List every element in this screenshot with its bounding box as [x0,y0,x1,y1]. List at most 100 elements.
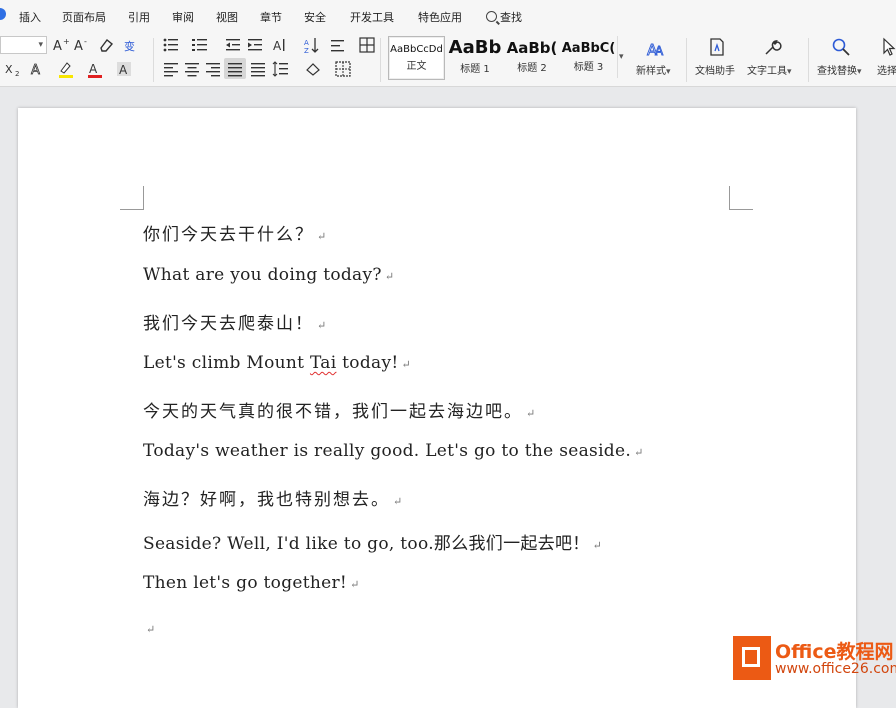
margin-corner-top-left [120,186,144,210]
paragraph-3[interactable]: 我们今天去爬泰山！ ↵ [143,309,328,334]
style-heading-3-name: 标题 3 [573,62,604,73]
paragraph-6[interactable]: Today's weather is really good. Let's go… [143,441,644,461]
paragraph-1-text: 你们今天去干什么？ [143,225,314,245]
paragraph-mark: ↵ [317,319,329,332]
watermark-url: www.office26.com [775,661,896,677]
select-button[interactable]: 选择 [877,62,896,77]
svg-text:A: A [304,39,309,47]
watermark-brand: Office教程网 [775,641,894,663]
paragraph-2[interactable]: What are you doing today? ↵ [143,265,394,285]
menu-page-layout[interactable]: 页面布局 [62,9,106,25]
menu-special-features[interactable]: 特色应用 [418,9,462,25]
shrink-font-icon[interactable]: A- [73,36,91,54]
svg-text:A: A [89,62,98,76]
empty-paragraph[interactable]: ↵ [143,618,156,638]
style-heading-2-name: 标题 2 [517,63,547,74]
style-heading-3[interactable]: AaBbC( 标题 3 [560,36,617,80]
new-style-icon[interactable]: AA [646,38,666,58]
menu-view[interactable]: 视图 [216,9,238,25]
table-grid-icon[interactable] [358,36,376,54]
menu-search-label: 查找 [500,11,522,24]
menu-references[interactable]: 引用 [128,9,150,25]
subscript-icon[interactable]: X2 [4,60,22,78]
document-assistant-button[interactable]: 文档助手 [695,62,735,77]
find-replace-label: 查找替换 [817,66,857,77]
highlight-icon[interactable] [57,60,75,78]
paragraph-7-text: 海边？好啊，我也特别想去。 [143,490,390,510]
paragraph-mark: ↵ [634,446,644,459]
sort-icon[interactable]: AZ [303,36,321,54]
paragraph-mark: ↵ [146,623,156,636]
paragraph-8[interactable]: Seaside? Well, I'd like to go, too.那么我们一… [143,529,602,554]
menu-search[interactable]: 查找 [486,9,522,25]
paragraph-5[interactable]: 今天的天气真的很不错，我们一起去海边吧。 ↵ [143,397,537,422]
borders-icon[interactable] [334,60,352,78]
align-right-icon[interactable] [204,60,222,78]
document-assistant-icon[interactable] [707,37,727,57]
char-shading-icon[interactable]: A [115,60,133,78]
style-heading-2-sample: AaBb( [506,39,558,57]
wrench-icon[interactable] [762,37,782,57]
paragraph-mark: ↵ [592,539,603,552]
svg-text:+: + [63,37,70,46]
ribbon-separator [380,38,381,82]
menu-developer-tools[interactable]: 开发工具 [350,9,394,25]
magnifier-icon[interactable] [831,37,851,57]
text-tools-button[interactable]: 文字工具▾ [747,62,792,77]
clear-format-icon[interactable] [97,36,115,54]
font-color-icon[interactable]: A [86,60,104,78]
app-menu-icon[interactable] [0,8,6,20]
numbering-icon[interactable] [191,36,209,54]
text-direction-icon[interactable]: A [271,36,289,54]
margin-corner-top-right [729,186,753,210]
decrease-indent-icon[interactable] [224,36,242,54]
document-page[interactable]: 你们今天去干什么？ ↵ What are you doing today? ↵ 我们… [18,108,856,708]
svg-text:Z: Z [304,47,309,54]
new-style-label: 新样式 [636,66,666,77]
cursor-arrow-icon[interactable] [881,37,896,57]
paragraph-9-text: Then let's go together! [143,573,348,593]
show-hide-marks-icon[interactable] [329,36,347,54]
paragraph-1[interactable]: 你们今天去干什么？ ↵ [143,220,328,245]
font-size-dropdown-icon: ▾ [38,40,43,50]
increase-indent-icon[interactable] [246,36,264,54]
menu-security[interactable]: 安全 [304,9,326,25]
distribute-icon[interactable] [249,60,267,78]
font-size-box[interactable]: ▾ [0,36,47,54]
style-heading-1[interactable]: AaBb 标题 1 [446,36,504,80]
style-heading-1-sample: AaBb [448,37,502,58]
paragraph-7[interactable]: 海边？好啊，我也特别想去。 ↵ [143,485,404,510]
spelling-error-word[interactable]: Tai [310,353,337,373]
office-logo-icon [733,636,771,680]
line-spacing-icon[interactable] [272,60,290,78]
style-gallery-scroll[interactable]: ▾ [617,36,628,78]
svg-text:变: 变 [124,39,135,53]
paragraph-8-text: Seaside? Well, I'd like to go, too.那么我们一… [143,534,590,554]
style-gallery-more-icon: ▾ [619,52,624,62]
svg-text:-: - [84,37,87,46]
paragraph-3-text: 我们今天去爬泰山！ [143,314,314,334]
grow-font-icon[interactable]: A + [52,36,70,54]
menu-review[interactable]: 审阅 [172,9,194,25]
new-style-dropdown-icon: ▾ [666,67,671,77]
bullets-icon[interactable] [162,36,180,54]
phonetic-guide-icon[interactable]: 变 [122,36,140,54]
align-left-icon[interactable] [162,60,180,78]
svg-text:A: A [31,63,40,78]
menu-insert[interactable]: 插入 [19,9,41,25]
style-normal[interactable]: AaBbCcDd 正文 [388,36,445,80]
shading-icon[interactable] [304,60,322,78]
paragraph-5-text: 今天的天气真的很不错，我们一起去海边吧。 [143,402,523,422]
text-effect-icon[interactable]: A [29,60,47,78]
style-normal-sample: AaBbCcDd [390,44,443,55]
paragraph-4[interactable]: Let's climb Mount Tai today! ↵ [143,353,411,373]
paragraph-mark: ↵ [350,578,360,591]
find-replace-button[interactable]: 查找替换▾ [817,62,862,77]
paragraph-9[interactable]: Then let's go together! ↵ [143,573,360,593]
align-center-icon[interactable] [183,60,201,78]
paragraph-mark: ↵ [317,230,329,243]
menu-chapter[interactable]: 章节 [260,9,282,25]
justify-icon[interactable] [226,60,244,78]
style-heading-2[interactable]: AaBb( 标题 2 [504,36,560,80]
new-style-button[interactable]: 新样式▾ [636,62,671,77]
